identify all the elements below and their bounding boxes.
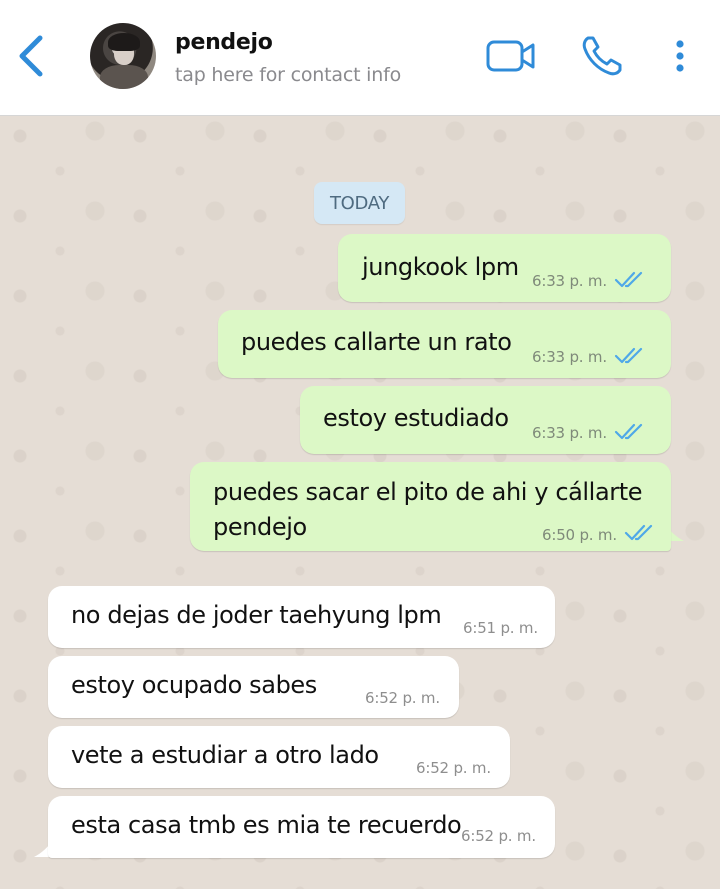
message-outgoing[interactable]: puedes callarte un rato 6:33 p. m.	[218, 310, 671, 378]
message-incoming[interactable]: esta casa tmb es mia te recuerdo 6:52 p.…	[48, 796, 555, 858]
message-text: puedes callarte un rato	[241, 328, 512, 356]
message-incoming[interactable]: no dejas de joder taehyung lpm 6:51 p. m…	[48, 586, 555, 648]
message-text: estoy estudiado	[323, 404, 509, 432]
message-time: 6:33 p. m.	[532, 348, 607, 366]
message-time: 6:52 p. m.	[416, 759, 491, 777]
message-text: esta casa tmb es mia te recuerdo	[71, 811, 462, 839]
avatar-body-shape	[100, 65, 148, 89]
video-camera-icon[interactable]	[486, 38, 536, 74]
read-ticks-icon	[614, 271, 643, 288]
read-ticks-icon	[614, 347, 643, 364]
avatar[interactable]	[90, 23, 156, 89]
message-incoming[interactable]: estoy ocupado sabes 6:52 p. m.	[48, 656, 459, 718]
message-outgoing[interactable]: jungkook lpm 6:33 p. m.	[338, 234, 671, 302]
message-text: estoy ocupado sabes	[71, 671, 317, 699]
date-divider: TODAY	[314, 182, 405, 224]
message-time: 6:33 p. m.	[532, 424, 607, 442]
message-time: 6:52 p. m.	[461, 827, 536, 845]
contact-info-subtitle[interactable]: tap here for contact info	[175, 64, 401, 86]
message-time: 6:52 p. m.	[365, 689, 440, 707]
message-text: no dejas de joder taehyung lpm	[71, 601, 442, 629]
message-text-line: pendejo	[213, 513, 307, 541]
message-time: 6:50 p. m.	[542, 526, 617, 544]
phone-icon[interactable]	[580, 34, 624, 78]
message-outgoing[interactable]: estoy estudiado 6:33 p. m.	[300, 386, 671, 454]
avatar-hair-shape	[108, 33, 140, 51]
message-time: 6:33 p. m.	[532, 272, 607, 290]
more-vertical-icon[interactable]	[666, 36, 694, 76]
chevron-left-icon[interactable]	[14, 34, 50, 78]
message-text-line: puedes sacar el pito de ahi y cállarte	[213, 478, 643, 506]
read-ticks-icon	[614, 423, 643, 440]
contact-name[interactable]: pendejo	[175, 30, 273, 55]
chat-header: pendejo tap here for contact info	[0, 0, 720, 116]
read-ticks-icon	[624, 524, 653, 541]
message-text: jungkook lpm	[362, 253, 519, 281]
message-incoming[interactable]: vete a estudiar a otro lado 6:52 p. m.	[48, 726, 510, 788]
message-outgoing[interactable]: puedes sacar el pito de ahi y cállarte p…	[190, 462, 671, 551]
message-time: 6:51 p. m.	[463, 619, 538, 637]
message-text: vete a estudiar a otro lado	[71, 741, 379, 769]
